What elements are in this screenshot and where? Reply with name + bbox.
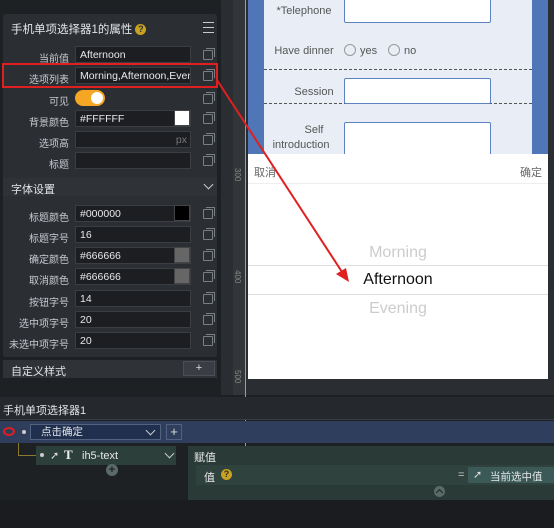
help-icon[interactable]: ? bbox=[221, 469, 232, 480]
add-event-button[interactable]: + bbox=[166, 424, 182, 440]
value-label: 值 bbox=[204, 472, 215, 484]
tree-line bbox=[18, 443, 19, 455]
collapse-button[interactable] bbox=[434, 486, 445, 497]
event-panel-header: 手机单项选择器1 bbox=[0, 397, 554, 419]
event-trigger-row: 点击确定 + bbox=[0, 421, 554, 443]
add-action-button[interactable]: + bbox=[106, 464, 118, 476]
trigger-label: 点击确定 bbox=[41, 426, 83, 438]
cursor-icon: ➚ bbox=[50, 450, 60, 462]
assign-panel: 赋值 值 ? = ➚ 当前选中值 bbox=[188, 446, 554, 500]
divider bbox=[0, 419, 554, 420]
value-source[interactable]: ➚ 当前选中值 bbox=[468, 467, 554, 483]
chevron-up-icon bbox=[435, 488, 444, 497]
tree-line bbox=[18, 455, 36, 456]
value-row: 值 ? = ➚ 当前选中值 bbox=[196, 465, 554, 485]
chevron-down-icon bbox=[145, 425, 156, 436]
target-name: ih5-text bbox=[82, 450, 119, 462]
cursor-icon: ➚ bbox=[473, 469, 483, 481]
text-type-icon: T bbox=[64, 447, 73, 462]
bullet-icon bbox=[22, 430, 26, 434]
equals-sign: = bbox=[458, 469, 465, 481]
bullet-icon bbox=[40, 453, 44, 457]
event-panel-title: 手机单项选择器1 bbox=[3, 405, 87, 417]
assign-label: 赋值 bbox=[194, 452, 216, 464]
value-source-text: 当前选中值 bbox=[490, 471, 543, 483]
event-link-icon[interactable] bbox=[3, 427, 15, 436]
chevron-down-icon[interactable] bbox=[164, 448, 175, 459]
trigger-select[interactable]: 点击确定 bbox=[30, 424, 161, 440]
action-target-row[interactable]: ➚ T ih5-text bbox=[36, 446, 176, 465]
bottom-bar bbox=[0, 500, 554, 528]
